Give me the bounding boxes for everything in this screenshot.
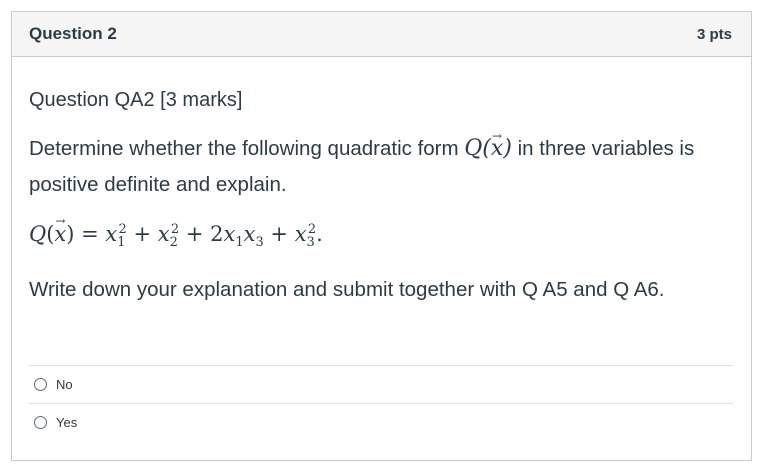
question-header: Question 2 3 pts (12, 12, 751, 57)
question-points: 3 pts (696, 25, 732, 43)
question-card: Question 2 3 pts Question QA2 [3 marks] … (11, 11, 752, 461)
answer-option-no[interactable]: No (29, 365, 733, 403)
question-instruction: Write down your explanation and submit t… (29, 278, 665, 302)
quadratic-form-formula: Q(x) = x12 + x22 + 2x1x3 + x32. (29, 206, 734, 258)
question-title: Question 2 (29, 24, 117, 43)
answer-list: No Yes (29, 365, 733, 441)
question-heading: Question QA2 [3 marks] (29, 89, 243, 111)
answer-label[interactable]: No (56, 377, 73, 392)
prompt-text-before: Determine whether the following quadrati… (29, 137, 465, 160)
question-body: Question QA2 [3 marks] Determine whether… (12, 57, 751, 308)
radio-button[interactable] (34, 416, 47, 429)
answer-option-yes[interactable]: Yes (29, 403, 733, 441)
answer-label[interactable]: Yes (56, 415, 77, 430)
radio-button[interactable] (34, 378, 47, 391)
prompt-math: Q(x) (464, 118, 512, 161)
question-prompt: Determine whether the following quadrati… (29, 118, 734, 203)
